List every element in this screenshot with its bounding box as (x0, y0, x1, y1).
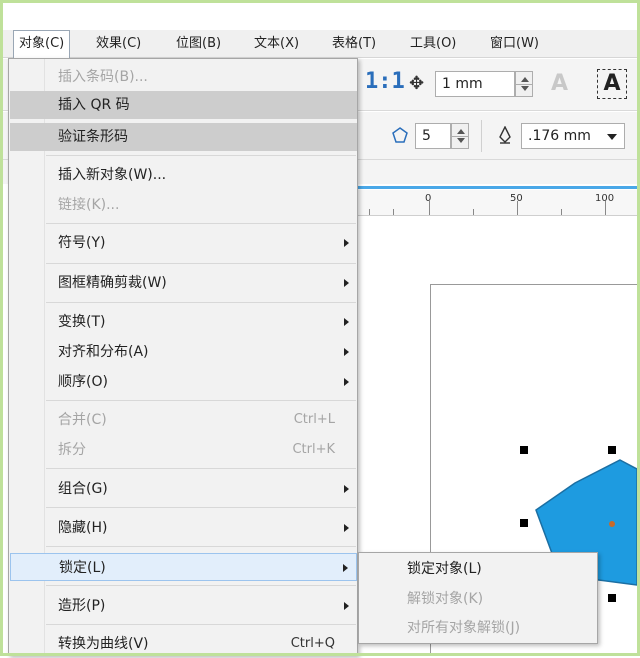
horizontal-ruler[interactable]: 0 50 100 (355, 190, 637, 216)
docker-divider (355, 186, 637, 189)
submenu-item-unlock-object[interactable]: 解锁对象(K) (359, 585, 597, 613)
menu-bitmaps[interactable]: 位图(B) (171, 30, 226, 58)
menu-item-shaping[interactable]: 造形(P) (10, 592, 357, 620)
toolbar-divider (481, 120, 482, 152)
submenu-item-unlock-all[interactable]: 对所有对象解锁(J) (359, 614, 597, 642)
menu-text[interactable]: 文本(X) (249, 30, 304, 58)
menu-table[interactable]: 表格(T) (327, 30, 381, 58)
menu-separator (46, 223, 356, 224)
ruler-tick (473, 209, 474, 215)
menu-item-group[interactable]: 组合(G) (10, 475, 357, 503)
nudge-distance-input[interactable]: 1 mm (435, 71, 515, 97)
ruler-label: 0 (425, 193, 432, 204)
menu-item-label: 符号(Y) (58, 235, 106, 251)
submenu-arrow-icon (344, 378, 349, 386)
menu-item-insert-new-object[interactable]: 插入新对象(W)... (10, 161, 357, 189)
menu-separator (46, 302, 356, 303)
menu-item-align-distribute[interactable]: 对齐和分布(A) (10, 338, 357, 366)
ruler-tick (369, 209, 370, 215)
menu-item-label: 组合(G) (58, 481, 108, 497)
menu-item-validate-barcode[interactable]: 验证条形码 (10, 123, 357, 151)
text-frame-icon[interactable]: A (597, 69, 627, 99)
chevron-down-icon[interactable] (607, 134, 617, 140)
polygon-icon (391, 126, 409, 148)
menu-item-transform[interactable]: 变换(T) (10, 308, 357, 336)
submenu-arrow-icon (343, 564, 348, 572)
ratio-lock-icon[interactable]: 1:1 (365, 69, 405, 94)
submenu-arrow-icon (344, 279, 349, 287)
menu-item-shortcut: Ctrl+Q (290, 636, 335, 651)
menu-item-hide[interactable]: 隐藏(H) (10, 514, 357, 542)
menu-item-label: 顺序(O) (58, 374, 108, 390)
submenu-arrow-icon (344, 524, 349, 532)
outline-pen-icon (497, 125, 513, 148)
submenu-item-lock-object[interactable]: 锁定对象(L) (359, 555, 597, 583)
menu-item-symbol[interactable]: 符号(Y) (10, 229, 357, 257)
menu-item-label: 插入条码(B)... (58, 69, 148, 85)
menu-item-links[interactable]: 链接(K)... (10, 191, 357, 219)
ruler-tick (561, 209, 562, 215)
menu-item-label: 拆分 (58, 442, 86, 458)
submenu-arrow-icon (344, 485, 349, 493)
polygon-sides-input[interactable]: 5 (415, 123, 451, 149)
ruler-label: 100 (595, 193, 615, 204)
selection-handle[interactable] (608, 594, 616, 602)
menu-tools[interactable]: 工具(O) (405, 30, 461, 58)
text-fit-icon[interactable]: A (551, 71, 568, 96)
menu-item-label: 锁定(L) (59, 560, 106, 576)
menu-item-label: 合并(C) (58, 412, 107, 428)
ruler-label: 50 (510, 193, 523, 204)
lock-submenu: 锁定对象(L) 解锁对象(K) 对所有对象解锁(J) (358, 552, 598, 644)
submenu-arrow-icon (344, 602, 349, 610)
menu-item-label: 插入新对象(W)... (58, 167, 167, 183)
menu-item-powerclip[interactable]: 图框精确剪裁(W) (10, 269, 357, 297)
menu-item-label: 转换为曲线(V) (58, 636, 149, 652)
menu-item-label: 插入 QR 码 (58, 97, 130, 113)
menu-effects[interactable]: 效果(C) (91, 30, 146, 58)
menu-item-label: 对所有对象解锁(J) (407, 620, 521, 636)
menu-item-shortcut: Ctrl+K (292, 442, 335, 457)
submenu-arrow-icon (344, 239, 349, 247)
menu-item-break-apart[interactable]: 拆分 Ctrl+K (10, 436, 357, 464)
menu-separator (46, 400, 356, 401)
menu-separator (46, 624, 356, 625)
polygon-sides-spinner[interactable] (451, 123, 469, 149)
selection-handle[interactable] (608, 446, 616, 454)
menu-item-insert-barcode[interactable]: 插入条码(B)... (10, 63, 357, 91)
menu-separator (46, 546, 356, 547)
object-menu: 插入条码(B)... 插入 QR 码 验证条形码 插入新对象(W)... 链接(… (8, 58, 358, 656)
menu-item-shortcut: Ctrl+L (293, 412, 335, 427)
selection-handle[interactable] (520, 519, 528, 527)
menu-separator (46, 263, 356, 264)
menu-item-label: 对齐和分布(A) (58, 344, 149, 360)
nudge-spinner[interactable] (515, 71, 533, 97)
menu-item-label: 隐藏(H) (58, 520, 108, 536)
nudge-icon: ✥ (409, 73, 425, 94)
menu-bar: 对象(C) 效果(C) 位图(B) 文本(X) 表格(T) 工具(O) 窗口(W… (3, 30, 637, 59)
menu-item-label: 造形(P) (58, 598, 106, 614)
menu-separator (46, 468, 356, 469)
menu-item-label: 锁定对象(L) (407, 561, 482, 577)
menu-item-label: 解锁对象(K) (407, 591, 484, 607)
menu-window[interactable]: 窗口(W) (485, 30, 544, 58)
menu-item-convert-to-curves[interactable]: 转换为曲线(V) Ctrl+Q (10, 630, 357, 658)
menu-item-label: 验证条形码 (58, 129, 128, 145)
menu-separator (46, 585, 356, 586)
submenu-arrow-icon (344, 348, 349, 356)
menu-item-label: 图框精确剪裁(W) (58, 275, 167, 291)
menu-item-label: 链接(K)... (58, 197, 120, 213)
ruler-tick (393, 209, 394, 215)
menu-separator (46, 507, 356, 508)
menu-item-insert-qr-code[interactable]: 插入 QR 码 (10, 91, 357, 119)
menu-item-label: 变换(T) (58, 314, 106, 330)
submenu-arrow-icon (344, 318, 349, 326)
menu-object[interactable]: 对象(C) (13, 30, 71, 59)
menu-separator (46, 155, 356, 156)
menu-item-order[interactable]: 顺序(O) (10, 368, 357, 396)
menu-item-combine[interactable]: 合并(C) Ctrl+L (10, 406, 357, 434)
menu-item-lock[interactable]: 锁定(L) (10, 553, 357, 581)
selection-handle[interactable] (520, 446, 528, 454)
